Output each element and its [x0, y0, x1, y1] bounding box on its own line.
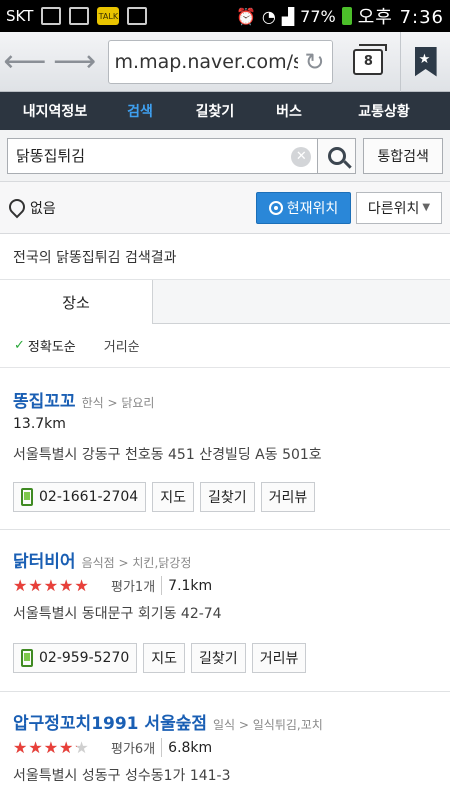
- reload-button[interactable]: ↻: [297, 40, 332, 83]
- close-icon: ✕: [295, 149, 307, 164]
- tabs-button[interactable]: 8: [341, 32, 397, 92]
- nav-item-local-info[interactable]: 내지역정보: [0, 101, 110, 121]
- gallery-icon: [69, 7, 90, 25]
- sort-accuracy[interactable]: ✓ 정확도순: [14, 336, 76, 355]
- tab-count: 8: [363, 54, 373, 69]
- result-distance: 6.8km: [168, 739, 213, 756]
- kakaotalk-icon: TALK: [97, 7, 120, 25]
- result-title[interactable]: 똥집꼬꼬: [13, 387, 76, 412]
- phone-number: 02-1661-2704: [39, 489, 139, 505]
- reload-icon: ↻: [304, 47, 325, 76]
- rating-stars: ★★★★★★★★★★: [13, 575, 90, 595]
- result-category: 음식점 > 치킨,닭강정: [81, 556, 192, 570]
- search-button[interactable]: [318, 137, 357, 174]
- result-summary: 전국의 닭똥집튀김 검색결과: [0, 234, 450, 280]
- result-address: 서울특별시 동대문구 회기동 42-74: [13, 606, 222, 622]
- rating-count: 평가6개: [111, 738, 163, 757]
- battery-percent: 77%: [300, 6, 336, 26]
- location-pin-icon: [8, 199, 22, 217]
- nav-item-directions[interactable]: 길찾기: [170, 101, 260, 121]
- check-icon: ✓: [14, 338, 25, 353]
- bookmark-button[interactable]: ★: [400, 31, 450, 92]
- phone-icon: [21, 488, 33, 506]
- street-view-button[interactable]: 거리뷰: [251, 643, 307, 673]
- search-row: ✕ 통합검색: [0, 130, 450, 182]
- nav-item-traffic[interactable]: 교통상황: [318, 101, 450, 121]
- back-button[interactable]: ⟵: [0, 32, 50, 92]
- url-bar[interactable]: m.map.naver.com/se ↻: [107, 39, 333, 84]
- result-distance: 7.1km: [168, 577, 213, 594]
- result-distance: 13.7km: [13, 416, 66, 432]
- download-complete-icon: [127, 7, 148, 25]
- main-nav: 내지역정보 검색 길찾기 버스 교통상황: [0, 92, 450, 130]
- result-title[interactable]: 닭터비어: [13, 547, 76, 572]
- street-view-button[interactable]: 거리뷰: [260, 482, 316, 512]
- result-item[interactable]: 압구정꼬치1991 서울숲점 일식 > 일식튀김,꼬치 ★★★★★★★★★★ 평…: [0, 692, 450, 800]
- forward-button[interactable]: ⟶: [50, 32, 100, 92]
- result-address: 서울특별시 강동구 천호동 451 산경빌딩 A동 501호: [13, 447, 322, 463]
- phone-icon: [21, 649, 33, 667]
- nav-item-bus[interactable]: 버스: [260, 101, 318, 121]
- clear-search-button[interactable]: ✕: [291, 146, 312, 167]
- map-button[interactable]: 지도: [152, 482, 194, 512]
- status-bar: SKT TALK ⏰ ◔ ▟ 77% 오후 7:36: [0, 0, 450, 32]
- result-category: 한식 > 닭요리: [81, 396, 155, 410]
- directions-button[interactable]: 길찾기: [191, 643, 246, 673]
- tabs-icon: 8: [353, 43, 388, 75]
- sort-accuracy-label: 정확도순: [27, 340, 76, 355]
- call-button[interactable]: 02-959-5270: [13, 643, 138, 673]
- usb-icon: [41, 7, 62, 25]
- result-item[interactable]: 닭터비어 음식점 > 치킨,닭강정 ★★★★★ ★★★★★ 평가1개 7.1km …: [0, 530, 450, 692]
- nav-item-search[interactable]: 검색: [110, 101, 170, 121]
- integrated-search-button[interactable]: 통합검색: [363, 137, 443, 174]
- signal-icon: ▟: [281, 6, 295, 26]
- search-input[interactable]: [16, 146, 276, 165]
- bookmark-icon: ★: [414, 46, 437, 77]
- sort-row: ✓ 정확도순 거리순: [0, 324, 450, 368]
- crosshair-icon: [268, 200, 283, 215]
- sort-distance[interactable]: 거리순: [104, 336, 140, 355]
- tab-place[interactable]: 장소: [0, 280, 153, 324]
- carrier-label: SKT: [6, 7, 34, 25]
- rating-count: 평가1개: [111, 576, 163, 595]
- alarm-icon: ⏰: [235, 6, 256, 26]
- result-tabs: 장소: [0, 280, 450, 324]
- arrow-left-icon: ⟵: [3, 44, 47, 79]
- result-address: 서울특별시 성동구 성수동1가 141-3: [13, 768, 231, 784]
- location-row: 없음 현재위치 다른위치 ▼: [0, 182, 450, 234]
- other-location-button[interactable]: 다른위치 ▼: [356, 191, 442, 224]
- current-location-button[interactable]: 현재위치: [256, 191, 351, 224]
- current-location-label: 현재위치: [286, 200, 339, 217]
- search-icon: [327, 146, 346, 165]
- chevron-down-icon: ▼: [422, 202, 431, 213]
- url-text: m.map.naver.com/se: [114, 50, 315, 73]
- directions-button[interactable]: 길찾기: [199, 482, 255, 512]
- other-location-label: 다른위치: [367, 200, 420, 217]
- wifi-icon: ◔: [261, 6, 276, 26]
- result-category: 일식 > 일식튀김,꼬치: [213, 718, 323, 732]
- result-title[interactable]: 압구정꼬치1991 서울숲점: [13, 709, 207, 734]
- result-item[interactable]: 똥집꼬꼬 한식 > 닭요리 13.7km 서울특별시 강동구 천호동 451 산…: [0, 368, 450, 530]
- clock: 오후 7:36: [357, 7, 444, 28]
- current-location-value: 없음: [30, 200, 56, 217]
- map-button[interactable]: 지도: [143, 643, 186, 673]
- phone-number: 02-959-5270: [39, 650, 130, 666]
- arrow-right-icon: ⟶: [53, 44, 97, 79]
- search-field[interactable]: ✕: [7, 137, 319, 174]
- battery-icon: [341, 7, 352, 25]
- browser-toolbar: ⟵ ⟶ m.map.naver.com/se ↻ 8 ★: [0, 31, 450, 92]
- call-button[interactable]: 02-1661-2704: [13, 482, 147, 512]
- rating-stars: ★★★★★★★★★★: [13, 737, 90, 757]
